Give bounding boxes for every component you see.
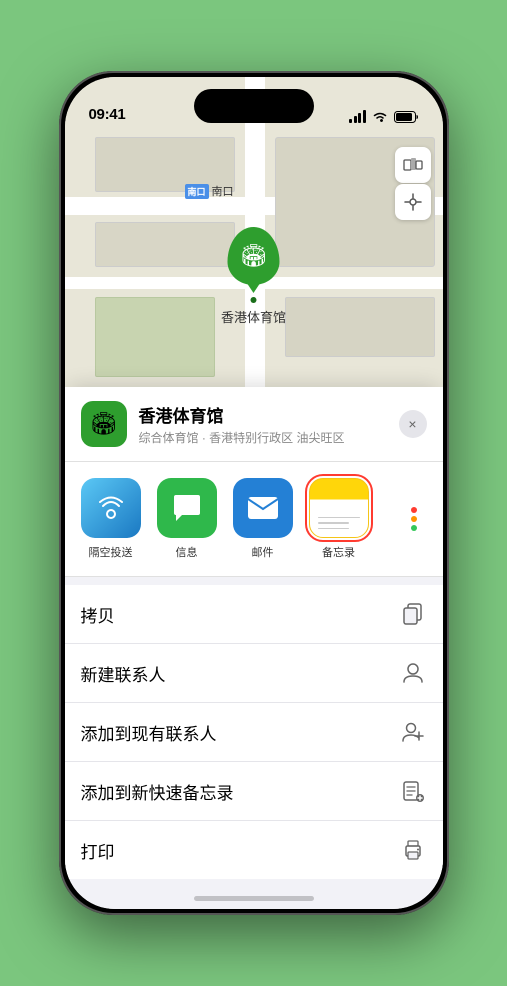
close-button[interactable]: × bbox=[399, 410, 427, 438]
marker-pin: 🏟 bbox=[227, 227, 279, 285]
notes-lines bbox=[318, 517, 360, 530]
location-subtitle: 综合体育馆 · 香港特别行政区 油尖旺区 bbox=[139, 429, 387, 446]
home-indicator bbox=[194, 896, 314, 901]
dot-red bbox=[411, 507, 417, 513]
map-block bbox=[95, 297, 215, 377]
home-indicator-area bbox=[65, 879, 443, 909]
action-quick-note-label: 添加到新快速备忘录 bbox=[81, 779, 234, 804]
share-apps-row: 隔空投送 信息 bbox=[65, 462, 443, 577]
action-add-to-existing[interactable]: 添加到现有联系人 bbox=[65, 703, 443, 762]
dot-green bbox=[411, 525, 417, 531]
marker-name: 香港体育馆 bbox=[221, 307, 286, 326]
map-controls bbox=[395, 147, 431, 220]
messages-svg bbox=[170, 491, 204, 525]
action-quick-note[interactable]: 添加到新快速备忘录 bbox=[65, 762, 443, 821]
battery-icon bbox=[394, 111, 419, 123]
airdrop-label: 隔空投送 bbox=[89, 544, 133, 560]
action-print[interactable]: 打印 bbox=[65, 821, 443, 879]
map-type-button[interactable] bbox=[395, 147, 431, 183]
phone-screen: 09:41 bbox=[65, 77, 443, 909]
mail-icon bbox=[233, 478, 293, 538]
note-add-icon bbox=[399, 777, 427, 805]
mail-label: 邮件 bbox=[252, 544, 274, 560]
location-card-icon: 🏟 bbox=[81, 401, 127, 447]
messages-label: 信息 bbox=[176, 544, 198, 560]
phone-frame: 09:41 bbox=[59, 71, 449, 915]
location-card: 🏟 香港体育馆 综合体育馆 · 香港特别行政区 油尖旺区 × bbox=[65, 387, 443, 462]
notes-label: 备忘录 bbox=[322, 544, 355, 560]
location-icon bbox=[404, 193, 422, 211]
bottom-sheet: 🏟 香港体育馆 综合体育馆 · 香港特别行政区 油尖旺区 × bbox=[65, 387, 443, 909]
signal-icon bbox=[349, 111, 366, 123]
action-list: 拷贝 新建联系人 bbox=[65, 585, 443, 879]
person-add-icon bbox=[399, 659, 427, 687]
share-app-mail[interactable]: 邮件 bbox=[229, 478, 297, 560]
action-new-contact-label: 新建联系人 bbox=[81, 661, 166, 686]
map-label-text: 南口 bbox=[212, 183, 234, 199]
airdrop-icon bbox=[81, 478, 141, 538]
map-block bbox=[285, 297, 435, 357]
share-app-notes[interactable]: 备忘录 bbox=[305, 478, 373, 560]
person-plus-icon bbox=[399, 718, 427, 746]
dynamic-island bbox=[194, 89, 314, 123]
notes-icon bbox=[309, 478, 369, 538]
share-app-messages[interactable]: 信息 bbox=[153, 478, 221, 560]
location-info: 香港体育馆 综合体育馆 · 香港特别行政区 油尖旺区 bbox=[139, 402, 387, 446]
action-new-contact[interactable]: 新建联系人 bbox=[65, 644, 443, 703]
airdrop-svg bbox=[95, 492, 127, 524]
copy-icon bbox=[399, 600, 427, 628]
share-app-airdrop[interactable]: 隔空投送 bbox=[77, 478, 145, 560]
map-label-box: 南口 bbox=[185, 184, 209, 199]
map-label-nankou: 南口 南口 bbox=[185, 183, 234, 199]
status-time: 09:41 bbox=[89, 106, 126, 123]
print-icon bbox=[399, 836, 427, 864]
location-name: 香港体育馆 bbox=[139, 402, 387, 427]
more-indicator bbox=[381, 478, 421, 560]
map-icon bbox=[403, 155, 423, 175]
status-icons bbox=[349, 111, 419, 123]
wifi-icon bbox=[372, 111, 388, 123]
stadium-icon: 🏟 bbox=[240, 243, 268, 269]
marker-dot bbox=[250, 297, 256, 303]
action-copy-label: 拷贝 bbox=[81, 602, 115, 627]
action-add-existing-label: 添加到现有联系人 bbox=[81, 720, 217, 745]
action-print-label: 打印 bbox=[81, 838, 115, 863]
map-block bbox=[95, 222, 235, 267]
messages-icon bbox=[157, 478, 217, 538]
action-copy[interactable]: 拷贝 bbox=[65, 585, 443, 644]
more-dots-container bbox=[411, 507, 417, 531]
dot-orange bbox=[411, 516, 417, 522]
stadium-marker[interactable]: 🏟 香港体育馆 bbox=[221, 227, 286, 326]
location-button[interactable] bbox=[395, 184, 431, 220]
mail-svg bbox=[246, 493, 280, 523]
